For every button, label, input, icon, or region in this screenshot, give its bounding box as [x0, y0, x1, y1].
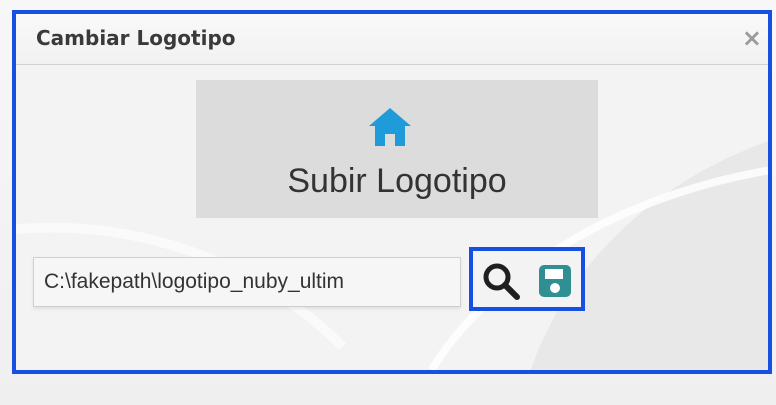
dialog-titlebar: Cambiar Logotipo × — [16, 14, 768, 65]
dialog-title: Cambiar Logotipo — [36, 26, 236, 50]
search-button[interactable] — [481, 261, 521, 301]
action-buttons-group — [469, 247, 585, 311]
upload-logo-label: Subir Logotipo — [287, 162, 507, 200]
house-icon — [369, 108, 411, 146]
close-button[interactable]: × — [742, 24, 762, 52]
upload-logo-button[interactable]: Subir Logotipo — [196, 80, 598, 218]
save-button[interactable] — [535, 261, 575, 301]
search-icon — [483, 263, 520, 300]
change-logo-dialog: Cambiar Logotipo × Subir Logotipo C:\fak… — [12, 10, 772, 374]
file-path-input[interactable]: C:\fakepath\logotipo_nuby_ultim — [33, 257, 461, 307]
page: Cambiar Logotipo × Subir Logotipo C:\fak… — [0, 0, 776, 405]
close-icon: × — [741, 24, 762, 52]
floppy-disk-icon — [539, 265, 571, 297]
